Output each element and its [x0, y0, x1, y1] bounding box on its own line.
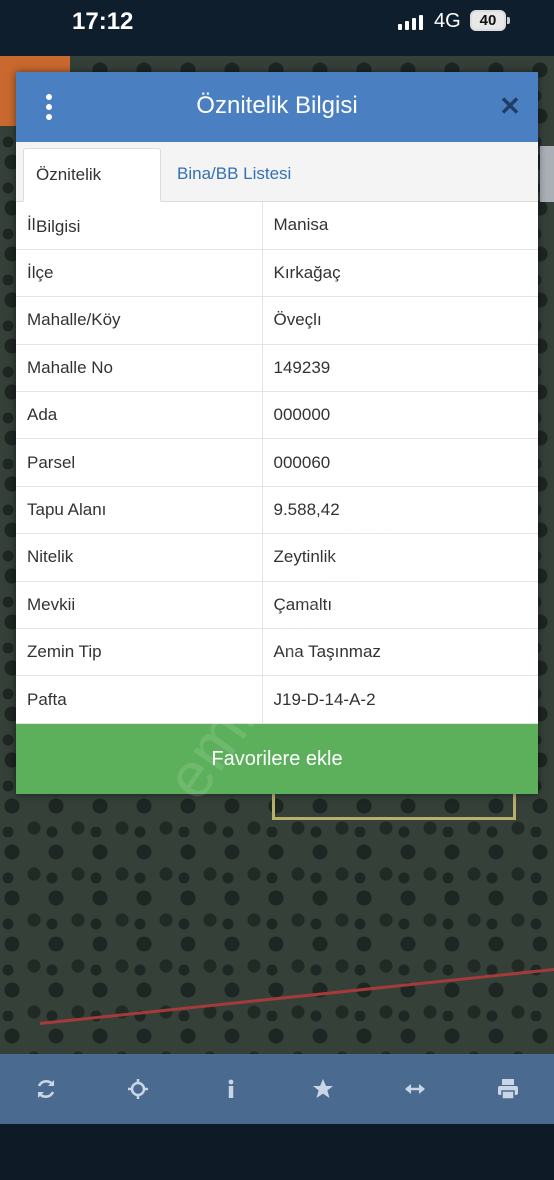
- table-row: Ada 000000: [16, 391, 538, 440]
- print-icon[interactable]: [488, 1069, 528, 1109]
- attribute-value: Öveçlı: [262, 296, 538, 345]
- attribute-key: Parsel: [16, 438, 263, 487]
- battery-tip: [507, 17, 510, 24]
- attribute-key: İlçe: [16, 249, 263, 298]
- attribute-dialog: Öznitelik Bilgisi ✕ Öznitelik Bilgisi Bi…: [16, 72, 538, 794]
- tab-bar: Öznitelik Bilgisi Bina/BB Listesi: [16, 142, 538, 236]
- battery-icon: 40: [470, 10, 506, 31]
- attribute-key: Ada: [16, 391, 263, 440]
- attribute-value: 000060: [262, 438, 538, 487]
- attribute-value: Manisa: [262, 202, 538, 250]
- tab-attribute-info[interactable]: Öznitelik Bilgisi: [23, 148, 161, 236]
- star-icon[interactable]: [303, 1069, 343, 1109]
- add-to-favorites-button[interactable]: Favorilere ekle: [16, 724, 538, 794]
- table-row: Pafta J19-D-14-A-2: [16, 675, 538, 724]
- tab-building-list[interactable]: Bina/BB Listesi: [165, 148, 303, 202]
- attribute-value: J19-D-14-A-2: [262, 675, 538, 724]
- table-row: İlçe Kırkağaç: [16, 249, 538, 298]
- table-row: Mahalle No 149239: [16, 344, 538, 393]
- attribute-table: İl Manisa İlçe Kırkağaç Mahalle/Köy Öveçlı Mah…: [16, 202, 538, 724]
- table-row: Mevkii Çamaltı: [16, 581, 538, 630]
- attribute-key: Mahalle No: [16, 344, 263, 393]
- attribute-key: Mahalle/Köy: [16, 296, 263, 345]
- refresh-icon[interactable]: [26, 1069, 66, 1109]
- attribute-key: Nitelik: [16, 533, 263, 582]
- attribute-value: Ana Taşınmaz: [262, 628, 538, 677]
- table-row: Zemin Tip Ana Taşınmaz: [16, 628, 538, 677]
- bottom-toolbar: [0, 1054, 554, 1124]
- table-row: Parsel 000060: [16, 438, 538, 487]
- table-row: İl Manisa: [16, 202, 538, 250]
- network-type: 4G: [434, 10, 461, 32]
- table-row: Mahalle/Köy Öveçlı: [16, 296, 538, 345]
- measure-icon[interactable]: [395, 1069, 435, 1109]
- attribute-key: Zemin Tip: [16, 628, 263, 677]
- attribute-value: Zeytinlik: [262, 533, 538, 582]
- attribute-value: 149239: [262, 344, 538, 393]
- close-icon[interactable]: ✕: [496, 91, 524, 121]
- signal-strength-icon: [398, 14, 423, 30]
- attribute-value: Kırkağaç: [262, 249, 538, 298]
- dialog-title: Öznitelik Bilgisi: [196, 92, 358, 119]
- attribute-key: İl: [16, 202, 263, 250]
- locate-icon[interactable]: [118, 1069, 158, 1109]
- attribute-value: 000000: [262, 391, 538, 440]
- table-row: Nitelik Zeytinlik: [16, 533, 538, 582]
- attribute-key: Pafta: [16, 675, 263, 724]
- dialog-header: Öznitelik Bilgisi ✕: [16, 72, 538, 142]
- attribute-key: Tapu Alanı: [16, 486, 263, 535]
- attribute-key: Mevkii: [16, 581, 263, 630]
- status-time: 17:12: [72, 8, 134, 35]
- attribute-value: 9.588,42: [262, 486, 538, 535]
- attribute-value: Çamaltı: [262, 581, 538, 630]
- home-indicator-area: [0, 1124, 554, 1180]
- table-row: Tapu Alanı 9.588,42: [16, 486, 538, 535]
- status-bar: 17:12 4G 40: [0, 0, 554, 56]
- side-handle[interactable]: [540, 146, 554, 202]
- info-icon[interactable]: [211, 1069, 251, 1109]
